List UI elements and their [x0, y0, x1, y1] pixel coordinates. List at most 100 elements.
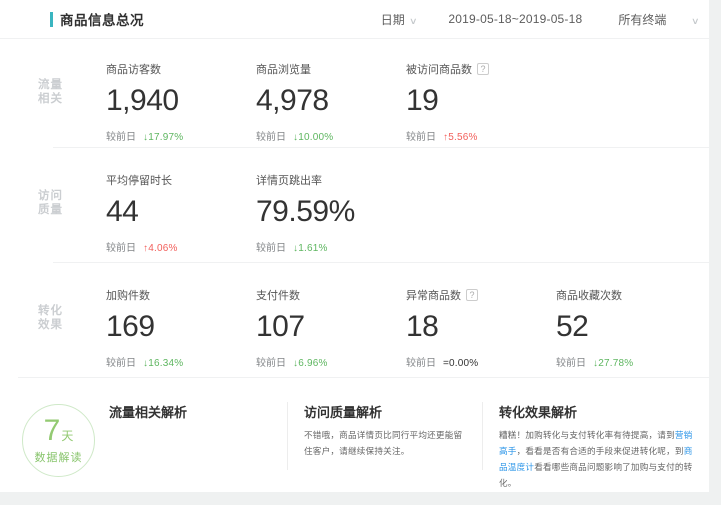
- section-label-line: 质量: [38, 203, 106, 217]
- date-type-dropdown[interactable]: 日期 ∨: [381, 11, 417, 28]
- insight-title: 流量相关解析: [109, 402, 287, 421]
- change-value: ↓1.61%: [293, 243, 328, 254]
- metric-label-text: 商品收藏次数: [556, 287, 622, 303]
- metric-change: 较前日↑4.06%: [106, 239, 256, 254]
- metric-value: 18: [406, 312, 556, 342]
- metric-label: 被访问商品数?: [406, 61, 556, 77]
- metric-label: 详情页跳出率: [256, 172, 406, 188]
- help-icon[interactable]: ?: [477, 63, 489, 75]
- metric-change: 较前日 ↓17.97%: [106, 128, 256, 143]
- compare-label: 较前日: [406, 132, 436, 143]
- compare-label: 较前日: [256, 243, 286, 254]
- metric-label: 平均停留时长: [106, 172, 256, 188]
- metric-value: 4,978: [256, 86, 406, 116]
- terminal-dropdown[interactable]: 所有终端 ∨: [618, 11, 699, 28]
- insight-column: 转化效果解析糟糕！加购转化与支付转化率有待提高，请到营销高手，看看是否有合适的手…: [482, 402, 694, 470]
- metric-value: 79.59%: [256, 197, 406, 227]
- metric-label-text: 平均停留时长: [106, 172, 172, 188]
- metric-label: 商品访客数: [106, 61, 256, 77]
- chevron-down-icon: ∨: [409, 16, 418, 27]
- insight-text: 糟糕！加购转化与支付转化率有待提高，请到: [499, 430, 675, 440]
- metric-value: 44: [106, 197, 256, 227]
- metric-card: 支付件数 107 较前日↓6.96%: [256, 287, 406, 377]
- panel-header: 商品信息总况 日期 ∨ 2019-05-18~2019-05-18 所有终端 ∨: [0, 0, 709, 38]
- metric-label: 加购件数: [106, 287, 256, 303]
- metric-change: 较前日 ↑5.56%: [406, 128, 556, 143]
- metric-label-text: 商品浏览量: [256, 61, 311, 77]
- change-value: ↑5.56%: [443, 132, 478, 143]
- metrics-section: 流量相关商品访客数1,940较前日↓17.97%商品浏览量4,978较前日↓10…: [0, 39, 709, 378]
- compare-label: 较前日: [106, 358, 136, 369]
- metric-card: 被访问商品数? 19 较前日 ↑5.56%: [406, 61, 556, 147]
- section-label-line: 访问: [38, 189, 106, 203]
- help-icon[interactable]: ?: [466, 289, 478, 301]
- metric-card: 商品访客数1,940较前日↓17.97%: [106, 61, 256, 147]
- product-overview-panel: 商品信息总况 日期 ∨ 2019-05-18~2019-05-18 所有终端 ∨ 流…: [0, 0, 709, 492]
- metric-label-text: 加购件数: [106, 287, 150, 303]
- section-label: 访问质量: [38, 172, 106, 262]
- metric-change: 较前日 ↓16.34%: [106, 354, 256, 369]
- insight-body: 糟糕！加购转化与支付转化率有待提高，请到营销高手，看看是否有合适的手段来促进转化…: [499, 427, 694, 491]
- insight-body: 不错哦，商品详情页比同行平均还更能留住客户，请继续保持关注。: [304, 427, 466, 459]
- change-value: ↓17.97%: [143, 132, 183, 143]
- insight-text: ，看看是否有合适的手段来促进转化呢，到: [517, 446, 684, 456]
- insights-section: 7 天 数据解读 流量相关解析访问质量解析不错哦，商品详情页比同行平均还更能留住…: [0, 378, 709, 491]
- section-label-line: 流量: [38, 78, 106, 92]
- title-wrap: 商品信息总况: [50, 9, 144, 29]
- section-label: 流量相关: [38, 61, 106, 147]
- metric-card: 平均停留时长 44 较前日↑4.06%: [106, 172, 256, 262]
- metric-label-text: 商品访客数: [106, 61, 161, 77]
- metric-label: 商品收藏次数: [556, 287, 706, 303]
- section-label-line: 相关: [38, 92, 106, 106]
- metric-change: 较前日↓27.78%: [556, 354, 706, 369]
- metrics-row: 转化效果加购件数169较前日↓16.34%支付件数107较前日↓6.96%异常商…: [0, 263, 709, 377]
- date-type-label: 日期: [381, 13, 405, 27]
- metric-label-text: 详情页跳出率: [256, 172, 322, 188]
- header-controls: 日期 ∨ 2019-05-18~2019-05-18 所有终端 ∨: [381, 11, 709, 28]
- change-value: ↓27.78%: [593, 358, 633, 369]
- metric-change: 较前日↓6.96%: [256, 354, 406, 369]
- section-label-line: 效果: [38, 318, 106, 332]
- metrics-row: 访问质量平均停留时长44较前日↑4.06%详情页跳出率79.59%较前日↓1.6…: [0, 148, 709, 262]
- metric-label: 支付件数: [256, 287, 406, 303]
- metric-label-text: 异常商品数: [406, 287, 461, 303]
- change-value: ↑4.06%: [143, 243, 178, 254]
- chevron-down-icon: ∨: [691, 16, 700, 27]
- metric-card: 商品收藏次数 52 较前日↓27.78%: [556, 287, 706, 377]
- change-value: ↓16.34%: [143, 358, 183, 369]
- change-value: ↓6.96%: [293, 358, 328, 369]
- metric-change: 较前日 ↓10.00%: [256, 128, 406, 143]
- metric-value: 107: [256, 312, 406, 342]
- insight-columns: 流量相关解析访问质量解析不错哦，商品详情页比同行平均还更能留住客户，请继续保持关…: [95, 402, 694, 470]
- metric-change: 较前日 ↓1.61%: [256, 239, 406, 254]
- compare-label: 较前日: [256, 132, 286, 143]
- metric-value: 52: [556, 312, 706, 342]
- metric-label-text: 支付件数: [256, 287, 300, 303]
- insight-title: 访问质量解析: [304, 402, 466, 421]
- section-label: 转化效果: [38, 287, 106, 377]
- metric-label: 商品浏览量: [256, 61, 406, 77]
- change-value: ↓10.00%: [293, 132, 333, 143]
- metric-card: 详情页跳出率 79.59% 较前日 ↓1.61%: [256, 172, 406, 262]
- metrics-row: 流量相关商品访客数1,940较前日↓17.97%商品浏览量4,978较前日↓10…: [0, 39, 709, 147]
- metric-card: 加购件数 169 较前日 ↓16.34%: [106, 287, 256, 377]
- compare-label: 较前日: [106, 132, 136, 143]
- title-accent-bar: [50, 12, 53, 27]
- insight-column: 流量相关解析: [109, 402, 287, 470]
- metric-value: 169: [106, 312, 256, 342]
- metric-label: 异常商品数?: [406, 287, 556, 303]
- seven-day-badge: 7 天 数据解读: [22, 404, 95, 477]
- terminal-label: 所有终端: [618, 13, 666, 27]
- page-title: 商品信息总况: [60, 9, 144, 29]
- metric-card: 异常商品数? 18 较前日=0.00%: [406, 287, 556, 377]
- metric-label-text: 被访问商品数: [406, 61, 472, 77]
- date-range-picker[interactable]: 2019-05-18~2019-05-18: [448, 12, 582, 26]
- section-label-line: 转化: [38, 304, 106, 318]
- metric-change: 较前日=0.00%: [406, 354, 556, 369]
- insight-text: 不错哦，商品详情页比同行平均还更能留住客户，请继续保持关注。: [304, 430, 462, 456]
- metric-value: 19: [406, 86, 556, 116]
- metric-card: 商品浏览量 4,978 较前日 ↓10.00%: [256, 61, 406, 147]
- badge-days-number: 7: [44, 416, 61, 446]
- badge-line: 7 天: [44, 416, 74, 446]
- change-value: =0.00%: [443, 358, 478, 369]
